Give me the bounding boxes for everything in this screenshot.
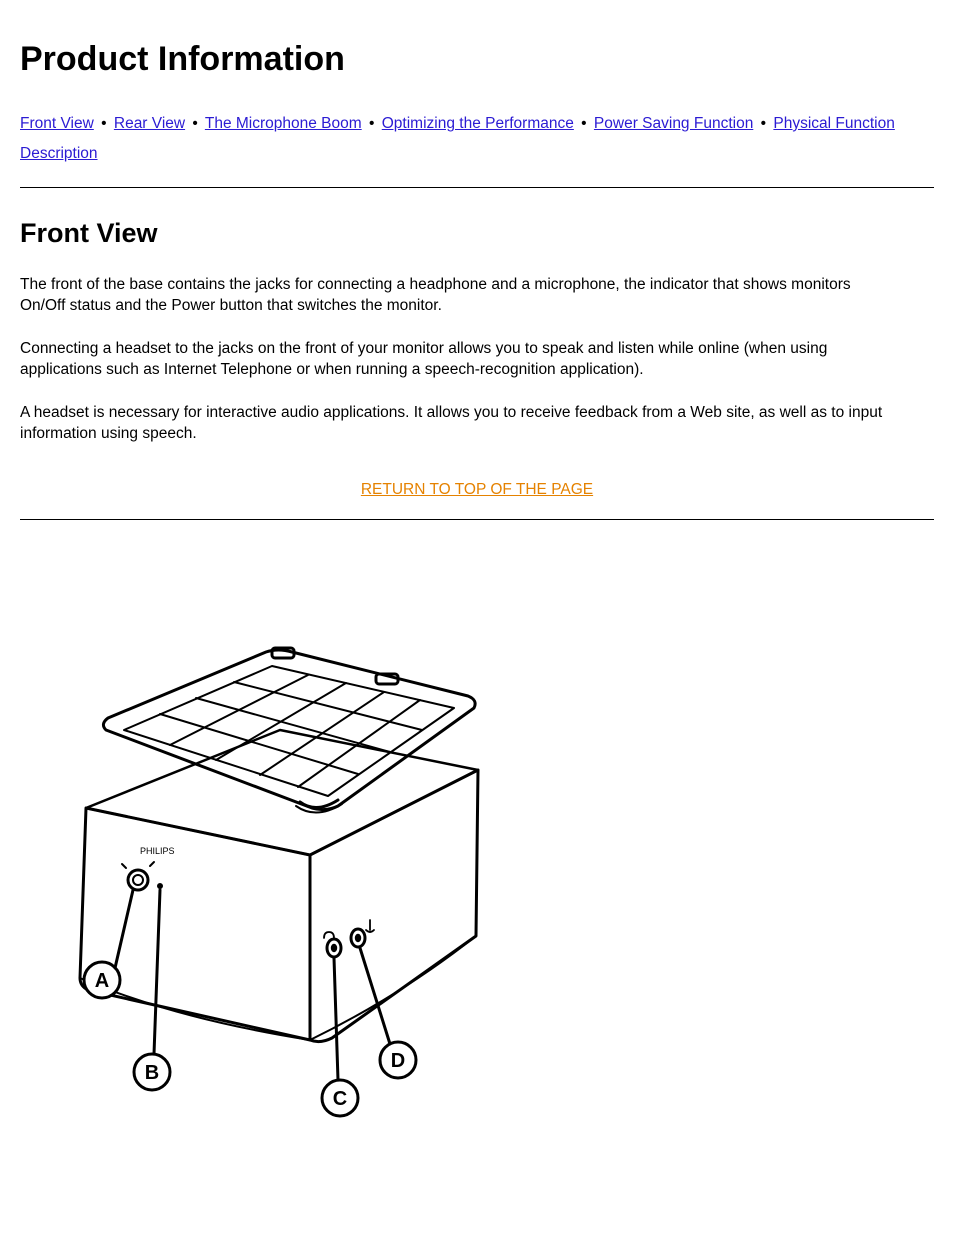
brand-text: PHILIPS	[140, 846, 175, 856]
nav-link-optimizing-performance[interactable]: Optimizing the Performance	[382, 115, 574, 132]
return-top-container: RETURN TO TOP OF THE PAGE	[20, 481, 934, 499]
nav-link-power-saving[interactable]: Power Saving Function	[594, 115, 753, 132]
return-to-top-link[interactable]: RETURN TO TOP OF THE PAGE	[361, 481, 593, 498]
divider	[20, 187, 934, 188]
nav-link-front-view[interactable]: Front View	[20, 115, 94, 132]
page-title: Product Information	[20, 40, 934, 79]
body-paragraph: The front of the base contains the jacks…	[20, 275, 900, 317]
divider	[20, 519, 934, 520]
callout-label-a: A	[95, 970, 109, 992]
nav-separator: •	[189, 109, 200, 139]
section-heading-front-view: Front View	[20, 218, 934, 249]
callout-label-b: B	[145, 1062, 159, 1084]
nav-links: Front View • Rear View • The Microphone …	[20, 109, 900, 169]
callout-label-c: C	[333, 1088, 347, 1110]
callout-label-d: D	[391, 1050, 405, 1072]
nav-separator: •	[758, 109, 769, 139]
nav-link-rear-view[interactable]: Rear View	[114, 115, 185, 132]
body-paragraph: A headset is necessary for interactive a…	[20, 403, 900, 445]
nav-separator: •	[578, 109, 589, 139]
body-paragraph: Connecting a headset to the jacks on the…	[20, 339, 900, 381]
nav-separator: •	[366, 109, 377, 139]
product-diagram: PHILIPS A B	[20, 548, 934, 1128]
nav-link-microphone-boom[interactable]: The Microphone Boom	[205, 115, 362, 132]
nav-separator: •	[98, 109, 109, 139]
